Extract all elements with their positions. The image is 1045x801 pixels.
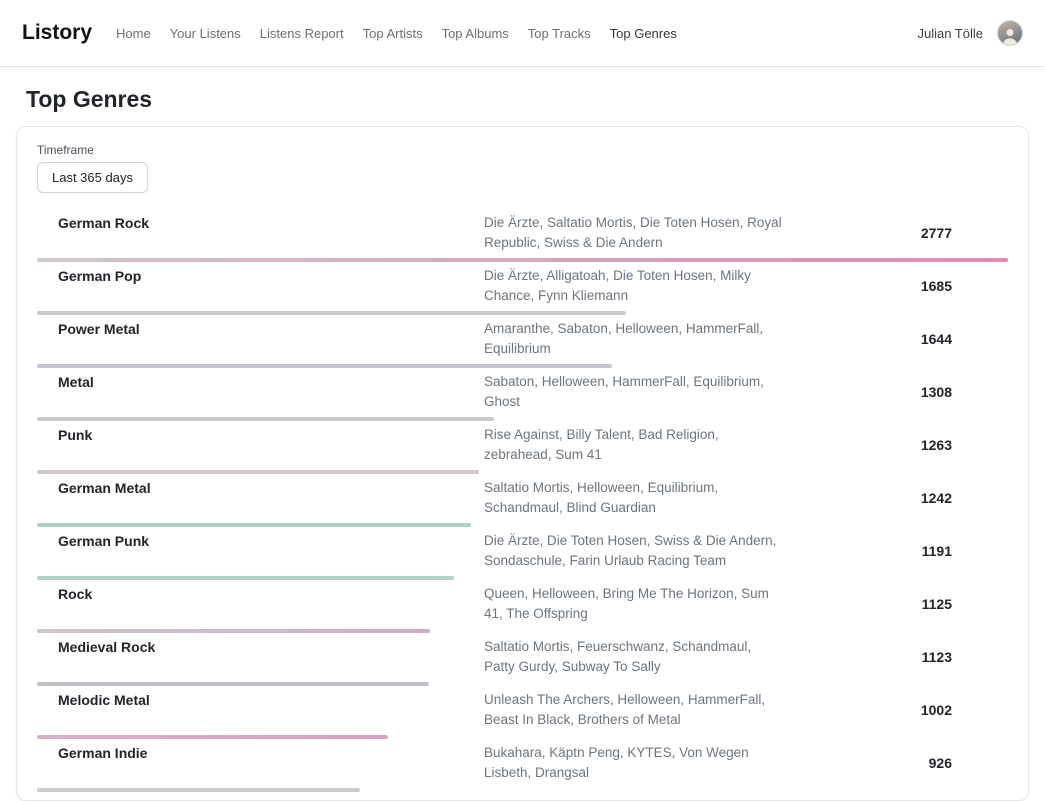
genre-count: 1125 <box>784 596 1008 612</box>
nav-link-top-tracks[interactable]: Top Tracks <box>528 26 591 41</box>
nav-link-top-albums[interactable]: Top Albums <box>442 26 509 41</box>
genre-artists: Die Ärzte, Alligatoah, Die Toten Hosen, … <box>484 266 784 306</box>
genre-artists: Die Ärzte, Saltatio Mortis, Die Toten Ho… <box>484 213 784 253</box>
genre-row: German Rock Die Ärzte, Saltatio Mortis, … <box>37 209 1008 262</box>
brand-logo[interactable]: Listory <box>22 21 92 45</box>
genre-row: German Punk Die Ärzte, Die Toten Hosen, … <box>37 527 1008 580</box>
genre-artists: Sabaton, Helloween, HammerFall, Equilibr… <box>484 372 784 412</box>
navbar: Listory Home Your Listens Listens Report… <box>0 0 1045 66</box>
nav-link-top-genres[interactable]: Top Genres <box>610 26 677 41</box>
genre-count: 1002 <box>784 702 1008 718</box>
genre-name: Punk <box>37 425 484 443</box>
genre-bar <box>37 788 1008 792</box>
genre-artists: Saltatio Mortis, Feuerschwanz, Schandmau… <box>484 637 784 677</box>
genre-name: German Metal <box>37 478 484 496</box>
genre-name: Rock <box>37 584 484 602</box>
genre-name: Power Metal <box>37 319 484 337</box>
page-title: Top Genres <box>0 86 1045 113</box>
genre-artists: Die Ärzte, Die Toten Hosen, Swiss & Die … <box>484 531 784 571</box>
genre-row: German Metal Saltatio Mortis, Helloween,… <box>37 474 1008 527</box>
navbar-user: Julian Tölle <box>917 20 1023 46</box>
genre-bar-fill <box>37 788 360 792</box>
genre-row: Melodic Metal Unleash The Archers, Hello… <box>37 686 1008 739</box>
nav-links: Home Your Listens Listens Report Top Art… <box>116 26 917 41</box>
genre-row: German Indie Bukahara, Käptn Peng, KYTES… <box>37 739 1008 792</box>
timeframe-select[interactable]: Last 365 days <box>37 162 148 193</box>
genre-row: Rock Queen, Helloween, Bring Me The Hori… <box>37 580 1008 633</box>
genre-count: 926 <box>784 755 1008 771</box>
genre-count: 1263 <box>784 437 1008 453</box>
genre-row: German Pop Die Ärzte, Alligatoah, Die To… <box>37 262 1008 315</box>
user-name[interactable]: Julian Tölle <box>917 26 983 41</box>
genre-row: Power Metal Amaranthe, Sabaton, Hellowee… <box>37 315 1008 368</box>
genre-artists: Unleash The Archers, Helloween, HammerFa… <box>484 690 784 730</box>
user-avatar[interactable] <box>997 20 1023 46</box>
timeframe-label: Timeframe <box>37 143 1008 157</box>
genre-count: 2777 <box>784 225 1008 241</box>
genre-row: Metal Sabaton, Helloween, HammerFall, Eq… <box>37 368 1008 421</box>
genre-name: German Punk <box>37 531 484 549</box>
genre-row: Medieval Rock Saltatio Mortis, Feuerschw… <box>37 633 1008 686</box>
genre-count: 1685 <box>784 278 1008 294</box>
genre-count: 1191 <box>784 543 1008 559</box>
genre-name: Metal <box>37 372 484 390</box>
nav-link-listens-report[interactable]: Listens Report <box>260 26 344 41</box>
genre-name: German Rock <box>37 213 484 231</box>
genre-count: 1123 <box>784 649 1008 665</box>
genre-artists: Bukahara, Käptn Peng, KYTES, Von Wegen L… <box>484 743 784 783</box>
nav-link-home[interactable]: Home <box>116 26 151 41</box>
genre-table: German Rock Die Ärzte, Saltatio Mortis, … <box>37 209 1008 792</box>
genre-name: German Indie <box>37 743 484 761</box>
genre-artists: Rise Against, Billy Talent, Bad Religion… <box>484 425 784 465</box>
genre-artists: Amaranthe, Sabaton, Helloween, HammerFal… <box>484 319 784 359</box>
genre-artists: Queen, Helloween, Bring Me The Horizon, … <box>484 584 784 624</box>
genre-count: 1308 <box>784 384 1008 400</box>
top-genres-card: Timeframe Last 365 days German Rock Die … <box>16 126 1029 801</box>
genre-artists: Saltatio Mortis, Helloween, Equilibrium,… <box>484 478 784 518</box>
genre-count: 1644 <box>784 331 1008 347</box>
genre-row: Punk Rise Against, Billy Talent, Bad Rel… <box>37 421 1008 474</box>
genre-name: Melodic Metal <box>37 690 484 708</box>
genre-count: 1242 <box>784 490 1008 506</box>
person-icon <box>1000 25 1020 45</box>
genre-name: German Pop <box>37 266 484 284</box>
nav-link-your-listens[interactable]: Your Listens <box>170 26 241 41</box>
genre-name: Medieval Rock <box>37 637 484 655</box>
nav-link-top-artists[interactable]: Top Artists <box>363 26 423 41</box>
